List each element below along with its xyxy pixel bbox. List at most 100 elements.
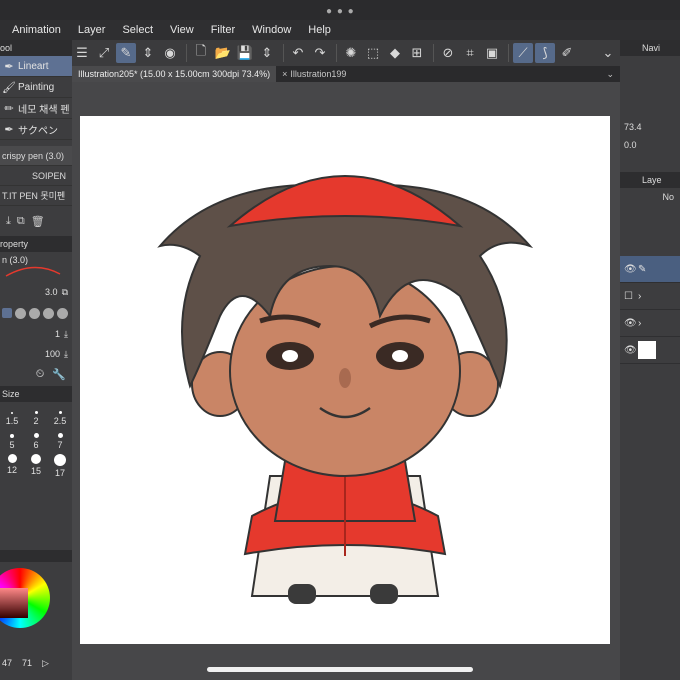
redo-icon[interactable]: ↷ — [310, 43, 330, 63]
eye-icon[interactable]: 👁 — [624, 264, 638, 275]
size-cell[interactable]: 1.5 — [0, 406, 24, 426]
tip-option[interactable] — [29, 307, 40, 319]
layer-row-active[interactable]: 👁 ✎ — [620, 256, 680, 283]
size-value[interactable]: 3.0 — [45, 287, 58, 297]
brush-tit-pen[interactable]: T.IT PEN 못미펜 — [0, 186, 72, 206]
menu-help[interactable]: Help — [308, 24, 331, 36]
subtool-lineart[interactable]: ✒ Lineart — [0, 56, 72, 77]
tool-panel-title: ool — [0, 40, 72, 56]
save-icon[interactable]: 💾 — [235, 43, 255, 63]
menu-filter[interactable]: Filter — [211, 24, 235, 36]
clock-icon[interactable]: ⏲ — [36, 368, 45, 381]
pen-line-icon[interactable]: ✐ — [557, 43, 577, 63]
ruler-icon[interactable]: ⟋ — [513, 43, 533, 63]
command-bar: ☰ ⤢ ✎ ⇕ ◉ 🗋 📂 💾 ⇕ ↶ ↷ ✺ ⬚ ◆ ⊞ ⊘ ⌗ ▣ ⟋ ⟆ … — [72, 40, 620, 66]
chibi-cardinal-illustration — [157, 175, 534, 604]
tip-option[interactable] — [15, 307, 26, 319]
menu-window[interactable]: Window — [252, 24, 291, 36]
loading-icon[interactable]: ✺ — [341, 43, 361, 63]
transform-selection-icon[interactable]: ⊞ — [407, 43, 427, 63]
checkbox-icon[interactable]: ☐ — [624, 291, 638, 302]
close-icon[interactable]: × — [282, 69, 287, 79]
menu-select[interactable]: Select — [122, 24, 153, 36]
color-value: 71 — [22, 658, 33, 668]
menu-icon[interactable]: ☰ — [72, 43, 92, 63]
chevron-down-icon[interactable]: ⌄ — [600, 66, 620, 82]
property-actions: ⏲ 🔧 — [0, 364, 72, 384]
color-icon[interactable]: ◉ — [160, 43, 180, 63]
value-down-icon[interactable]: ⤓ — [64, 349, 68, 360]
color-panel-tabs[interactable] — [0, 550, 72, 562]
opacity-down-icon[interactable]: ⤓ — [64, 329, 68, 340]
menu-layer[interactable]: Layer — [78, 24, 106, 36]
blend-mode-select[interactable]: No — [620, 188, 680, 206]
layer-row-paper[interactable]: 👁 — [620, 337, 680, 364]
deselect-icon[interactable]: ⊘ — [438, 43, 458, 63]
tip-option[interactable] — [43, 307, 54, 319]
subtool-painting[interactable]: 🖌 Painting — [0, 77, 72, 98]
home-indicator[interactable] — [207, 667, 473, 672]
ruler-curve-icon[interactable]: ⟆ — [535, 43, 555, 63]
size-cell[interactable]: 2 — [24, 406, 48, 426]
size-cell[interactable]: 12 — [0, 454, 24, 478]
open-folder-icon[interactable]: 📂 — [213, 43, 233, 63]
invert-selection-icon[interactable]: ▣ — [482, 43, 502, 63]
tip-selected[interactable] — [2, 308, 12, 318]
zoom-value: 73.4 — [624, 122, 642, 132]
value-row: 100 ⤓ — [0, 344, 72, 364]
save-stepper-icon[interactable]: ⇕ — [257, 43, 277, 63]
edit-icon[interactable]: ✎ — [116, 43, 136, 63]
opacity-value[interactable]: 1 — [55, 329, 60, 339]
brush-crispy-pen[interactable]: crispy pen (3.0) — [0, 146, 72, 166]
menu-bar: Animation Layer Select View Filter Windo… — [0, 20, 680, 40]
color-values: 47 71 ▷ — [0, 658, 72, 669]
canvas-area[interactable] — [72, 82, 620, 680]
menu-animation[interactable]: Animation — [12, 24, 61, 36]
play-icon[interactable]: ▷ — [42, 658, 49, 669]
menu-view[interactable]: View — [170, 24, 194, 36]
value-100[interactable]: 100 — [45, 349, 60, 359]
tab-illustration199[interactable]: × Illustration199 — [276, 66, 352, 82]
subtool-square-pen[interactable]: ✏ 네모 채색 펜 — [0, 98, 72, 119]
trash-icon[interactable]: 🗑 — [31, 215, 45, 228]
brush-soipen[interactable]: SOIPEN — [0, 166, 72, 186]
clear-icon[interactable]: ⬚ — [363, 43, 383, 63]
size-cell[interactable]: 7 — [48, 430, 72, 450]
new-file-icon[interactable]: 🗋 — [191, 43, 211, 63]
chevron-right-icon[interactable]: › — [638, 318, 641, 329]
eye-icon[interactable]: 👁 — [624, 318, 638, 329]
multitask-dots[interactable]: ● ● ● — [326, 6, 355, 17]
toolbar-divider — [186, 44, 187, 62]
chevron-down-icon[interactable]: ⌄ — [598, 43, 618, 63]
tab-illustration205[interactable]: Illustration205* (15.00 x 15.00cm 300dpi… — [72, 66, 277, 82]
size-cell[interactable]: 2.5 — [48, 406, 72, 426]
color-square[interactable] — [0, 588, 28, 618]
stepper-icon[interactable]: ⇕ — [138, 43, 158, 63]
layer-row[interactable]: 👁 › — [620, 310, 680, 337]
toolbar-divider — [336, 44, 337, 62]
chevron-right-icon[interactable]: › — [638, 291, 641, 302]
undo-icon[interactable]: ↶ — [288, 43, 308, 63]
transform-icon[interactable]: ⤢ — [94, 43, 114, 63]
angle-field[interactable]: 0.0 — [620, 136, 680, 154]
fill-icon[interactable]: ◆ — [385, 43, 405, 63]
duplicate-icon[interactable]: ⧉ — [17, 215, 25, 228]
subtool-label: サクペン — [18, 125, 58, 137]
size-cell[interactable]: 5 — [0, 430, 24, 450]
subtool-sakupen[interactable]: ✒ サクペン — [0, 119, 72, 140]
size-stepper-icon[interactable]: ⧉ — [62, 287, 68, 298]
eye-icon[interactable]: 👁 — [624, 345, 638, 356]
size-cell[interactable]: 15 — [24, 454, 48, 478]
size-cell[interactable]: 6 — [24, 430, 48, 450]
wrench-icon[interactable]: 🔧 — [52, 368, 66, 381]
download-icon[interactable]: ⤓ — [6, 215, 11, 228]
pen-icon: ✒ — [4, 60, 14, 73]
navigator-title: Navi — [642, 43, 661, 53]
zoom-field[interactable]: 73.4 — [620, 118, 680, 136]
layer-row[interactable]: ☐ › — [620, 283, 680, 310]
drawing-canvas[interactable] — [80, 116, 610, 644]
tip-option[interactable] — [57, 307, 68, 319]
crop-icon[interactable]: ⌗ — [460, 43, 480, 63]
size-cell[interactable]: 17 — [48, 454, 72, 478]
toolbar-divider — [283, 44, 284, 62]
